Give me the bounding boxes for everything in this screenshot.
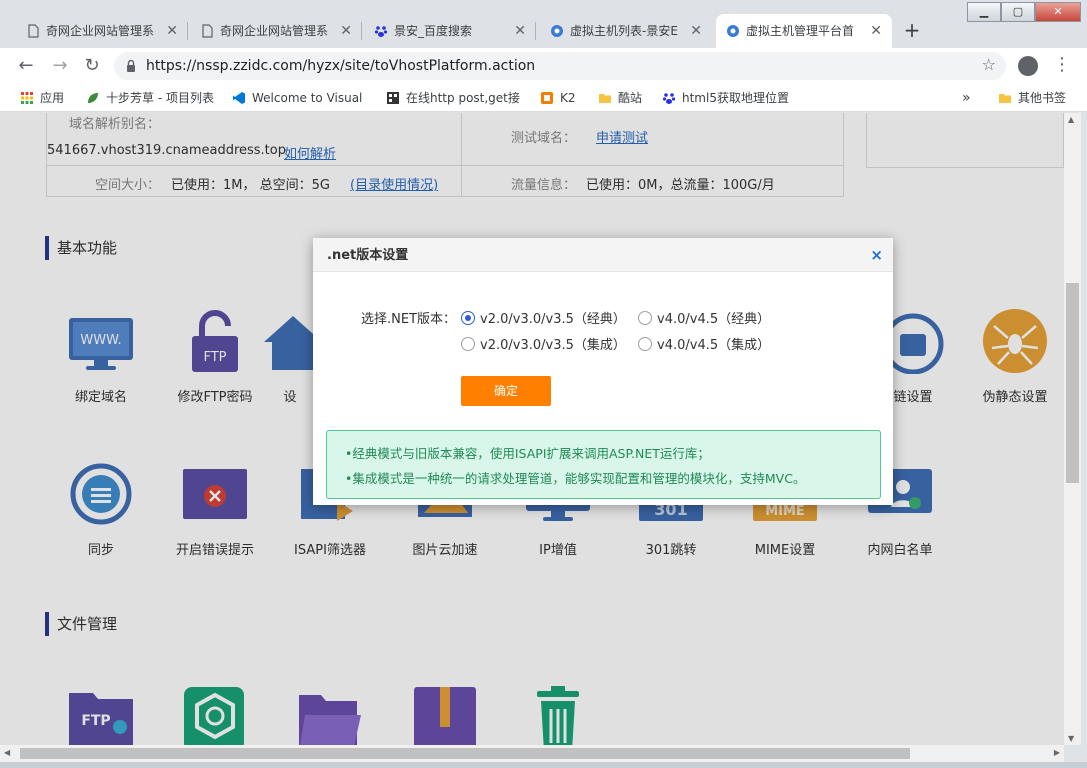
maximize-button[interactable]: ▢ [1001,2,1035,22]
page-icon [202,24,213,38]
baidu-paw-icon [374,26,388,37]
tab-divider [361,22,362,40]
tab-title: 虚拟主机管理平台首 [746,24,855,38]
bookmark-label: K2 [560,91,576,105]
radio-selected-icon[interactable] [461,311,475,325]
new-tab-button[interactable]: + [900,18,924,42]
tab-2[interactable]: 奇网企业网站管理系 ✕ [190,14,362,48]
close-icon[interactable]: ✕ [690,14,702,48]
zzidc-icon [551,25,563,37]
bookmark-visual[interactable]: Welcome to Visual [232,84,362,112]
bookmark-label: 酷站 [618,91,643,105]
option-label: v2.0/v3.0/v3.5（经典） [480,312,626,327]
tab-1[interactable]: 奇网企业网站管理系 ✕ [16,14,188,48]
dialog-title: .net版本设置 [327,248,409,263]
notice-line: •经典模式与旧版本兼容，使用ISAPI扩展来调用ASP.NET运行库； [345,446,710,461]
window-close-button[interactable]: ✕ [1035,2,1081,22]
bookmark-k2[interactable]: K2 [540,84,576,112]
scrollbar-thumb[interactable] [20,748,910,759]
more-menu-icon[interactable]: ⋮ [1053,54,1071,75]
close-icon[interactable]: ✕ [166,14,178,48]
bookmark-html5[interactable]: html5获取地理位置 [662,84,789,112]
leaf-icon [88,93,98,103]
select-version-label: 选择.NET版本： [361,312,457,327]
vs-icon [233,92,245,104]
minimize-button[interactable]: ▁ [967,2,1001,22]
tab-title: 奇网企业网站管理系 [46,24,155,38]
bookmarks-bar: 应用 十步芳草 - 项目列表 Welcome to Visual 在线http … [0,84,1087,112]
folder-icon [999,94,1011,103]
url-text[interactable]: https://nssp.zzidc.com/hyzx/site/toVhost… [146,52,535,80]
tab-title: 奇网企业网站管理系 [220,24,329,38]
notice-line: •集成模式是一种统一的请求处理管道，能够实现配置和管理的模块化，支持MVC。 [345,471,806,486]
close-icon[interactable]: ✕ [870,14,882,48]
mode-notice: •经典模式与旧版本兼容，使用ISAPI扩展来调用ASP.NET运行库； •集成模… [326,430,881,499]
tab-title: 虚拟主机列表-景安E [570,24,678,38]
forward-icon[interactable]: → [48,54,72,78]
radio-icon[interactable] [638,337,652,351]
close-icon[interactable]: ✕ [340,14,352,48]
tab-5-active[interactable]: 虚拟主机管理平台首 ✕ [716,14,892,48]
bookmark-kuzhan[interactable]: 酷站 [598,84,642,112]
baidu-paw-icon [662,93,676,104]
tab-divider [187,22,188,40]
dialog-header: .net版本设置 × [313,238,893,272]
browser-toolbar: ← → ↻ https://nssp.zzidc.com/hyzx/site/t… [0,48,1087,84]
more-bookmarks-icon[interactable]: » [962,84,971,112]
option-label: v2.0/v3.0/v3.5（集成） [480,338,626,353]
browser-titlebar: 奇网企业网站管理系 ✕ 奇网企业网站管理系 ✕ 景安_百度搜索 ✕ 虚拟主机列表… [0,0,1087,48]
scroll-right-icon[interactable]: ▶ [1054,748,1060,757]
window-controls: ▁ ▢ ✕ [967,2,1081,22]
reload-icon[interactable]: ↻ [80,54,104,78]
tab-divider [535,22,536,40]
bookmark-http[interactable]: 在线http post,get接 [386,84,526,112]
apps-grid-icon [21,92,33,104]
radio-v4-integrated[interactable]: v4.0/v4.5（集成） [638,334,770,353]
bookmark-label: html5获取地理位置 [682,91,789,105]
window-frame-bottom [0,762,1087,768]
radio-v4-classic[interactable]: v4.0/v4.5（经典） [638,308,770,327]
bookmark-label: 其他书签 [1018,91,1067,105]
bookmark-label: 十步芳草 - 项目列表 [106,91,214,105]
lock-icon [127,59,135,72]
bookmark-apps[interactable]: 应用 [20,84,64,112]
zzidc-icon [727,25,739,37]
radio-v2-integrated[interactable]: v2.0/v3.0/v3.5（集成） [461,334,626,353]
close-icon[interactable]: ✕ [514,14,526,48]
vertical-scrollbar[interactable]: ▲ ▼ [1064,113,1081,745]
profile-avatar-icon[interactable] [1018,56,1038,76]
scrollbar-thumb[interactable] [1066,283,1079,483]
tab-title: 景安_百度搜索 [394,24,473,38]
k2-icon [541,92,553,104]
page-icon [28,24,39,38]
net-version-dialog: .net版本设置 × 选择.NET版本： v2.0/v3.0/v3.5（经典） … [313,238,893,505]
back-icon[interactable]: ← [14,54,38,78]
radio-v2-classic[interactable]: v2.0/v3.0/v3.5（经典） [461,308,626,327]
qr-icon [387,92,399,104]
scroll-up-icon[interactable]: ▲ [1068,115,1074,124]
option-label: v4.0/v4.5（集成） [657,338,771,353]
scroll-left-icon[interactable]: ◀ [4,748,10,757]
radio-icon[interactable] [461,337,475,351]
confirm-button[interactable]: 确定 [461,376,551,406]
address-bar[interactable]: https://nssp.zzidc.com/hyzx/site/toVhost… [114,52,1006,80]
bookmark-label: 在线http post,get接 [406,91,520,105]
dialog-close-icon[interactable]: × [870,247,883,263]
scroll-down-icon[interactable]: ▼ [1068,734,1074,743]
option-label: v4.0/v4.5（经典） [657,312,771,327]
tab-4[interactable]: 虚拟主机列表-景安E ✕ [540,14,712,48]
radio-icon[interactable] [638,311,652,325]
tab-3[interactable]: 景安_百度搜索 ✕ [364,14,536,48]
bookmark-label: 应用 [40,91,65,105]
folder-icon [599,94,611,103]
bookmark-shibufangcao[interactable]: 十步芳草 - 项目列表 [86,84,214,112]
bookmark-star-icon[interactable]: ☆ [982,55,996,74]
bookmark-other[interactable]: 其他书签 [998,84,1066,112]
bookmark-label: Welcome to Visual [252,91,362,105]
horizontal-scrollbar[interactable]: ◀ ▶ [0,745,1064,762]
